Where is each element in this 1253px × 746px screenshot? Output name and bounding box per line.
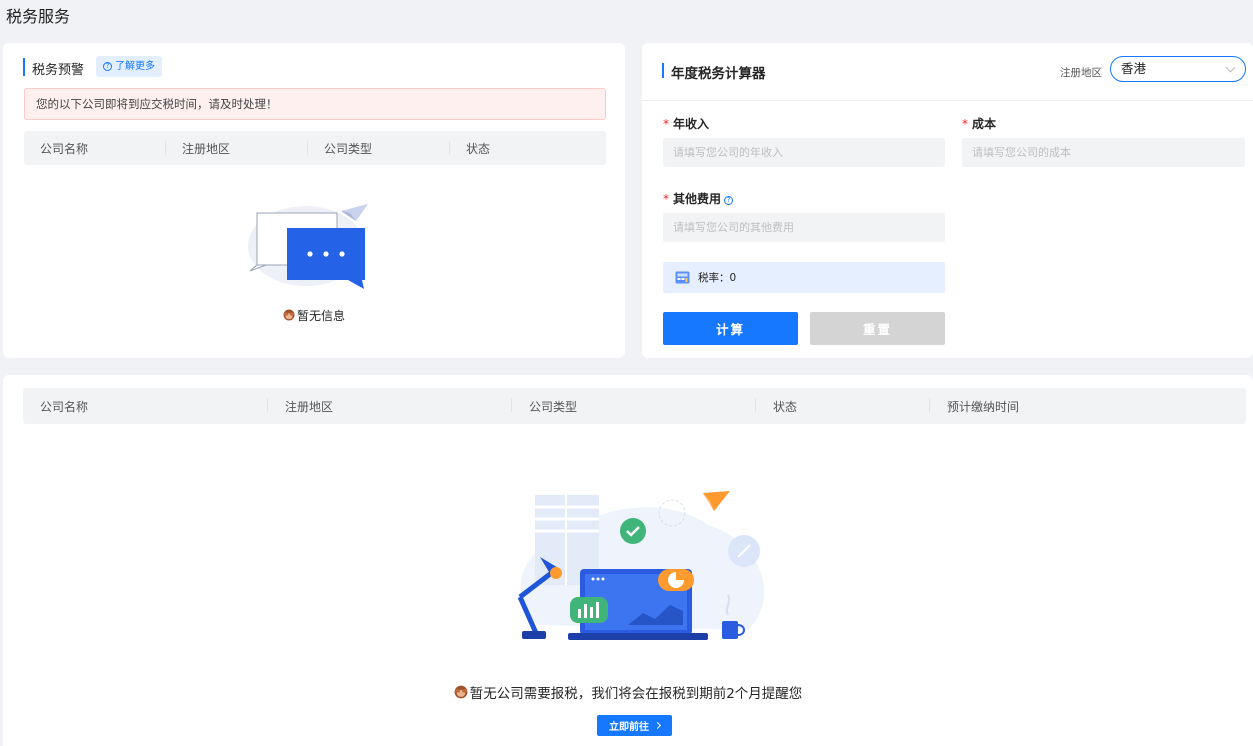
reset-button[interactable]: 重置 — [810, 312, 945, 345]
other-expenses-input[interactable]: 请填写您公司的其他费用 — [663, 213, 945, 242]
income-label: * 年收入 — [663, 117, 710, 131]
tax-rate-display: 税率：0 — [663, 262, 945, 293]
cost-input[interactable]: 请填写您公司的成本 — [962, 138, 1245, 167]
region-value: 香港 — [1121, 61, 1147, 76]
page-title: 税务服务 — [6, 7, 71, 26]
column-header: 公司类型 — [512, 388, 756, 424]
learn-more-button[interactable]: ? 了解更多 — [96, 56, 162, 77]
income-input[interactable]: 请填写您公司的年收入 — [663, 138, 945, 167]
column-header: 公司类型 — [308, 131, 450, 165]
chevron-down-icon — [1225, 62, 1236, 73]
column-header: 状态 — [756, 388, 930, 424]
column-header: 注册地区 — [166, 131, 308, 165]
tax-rate-text: 税率：0 — [698, 272, 737, 284]
empty-state-text: 暂无信息 — [3, 307, 625, 324]
go-now-label: 立即前往 — [609, 722, 649, 733]
warning-table-header: 公司名称 注册地区 公司类型 状态 — [24, 131, 606, 165]
chevron-right-icon — [653, 721, 662, 730]
tax-alert-message: 您的以下公司即将到应交税时间，请及时处理！ — [24, 88, 606, 120]
column-header: 注册地区 — [268, 388, 512, 424]
learn-more-label: 了解更多 — [115, 61, 155, 72]
tax-warning-card: 税务预警 ? 了解更多 您的以下公司即将到应交税时间，请及时处理！ 公司名称 注… — [3, 43, 625, 358]
divider — [642, 100, 1253, 101]
region-label: 注册地区 — [1060, 67, 1102, 79]
question-icon[interactable]: ? — [724, 196, 734, 205]
column-header: 公司名称 — [24, 131, 166, 165]
column-header: 预计缴纳时间 — [947, 399, 1020, 414]
monkey-icon — [454, 685, 468, 699]
monkey-icon — [283, 309, 295, 321]
tax-calculator-card: 年度税务计算器 注册地区 香港 * 年收入 请填写您公司的年收入 * 成本 请填写您… — [642, 43, 1253, 358]
company-table-header: 公司名称 注册地区 公司类型 状态 预计缴纳时间 — [23, 388, 1246, 424]
go-now-button[interactable]: 立即前往 — [597, 715, 672, 736]
empty-state-text: 暂无公司需要报税，我们将会在报税到期前2个月提醒您 — [3, 682, 1253, 702]
calculate-button[interactable]: 计算 — [663, 312, 798, 345]
title-accent-bar — [23, 58, 25, 76]
empty-state-label: 暂无信息 — [296, 309, 345, 323]
title-accent-bar — [662, 63, 664, 78]
tax-warning-title: 税务预警 — [32, 63, 85, 78]
empty-message-illustration — [248, 204, 368, 289]
tax-company-list-card: 公司名称 注册地区 公司类型 状态 预计缴纳时间 暂无公司需要报税，我们将会在报… — [3, 375, 1253, 746]
question-icon: ? — [103, 62, 112, 71]
column-header: 公司名称 — [23, 388, 268, 424]
calculator-title: 年度税务计算器 — [671, 66, 766, 82]
empty-laptop-illustration — [517, 490, 765, 640]
empty-state-label: 暂无公司需要报税，我们将会在报税到期前2个月提醒您 — [469, 686, 803, 702]
region-select[interactable]: 香港 — [1110, 56, 1246, 82]
column-header: 状态 — [466, 141, 491, 156]
calculator-icon — [675, 271, 690, 284]
cost-label: * 成本 — [962, 117, 997, 131]
other-expenses-label: * 其他费用? — [663, 190, 734, 207]
